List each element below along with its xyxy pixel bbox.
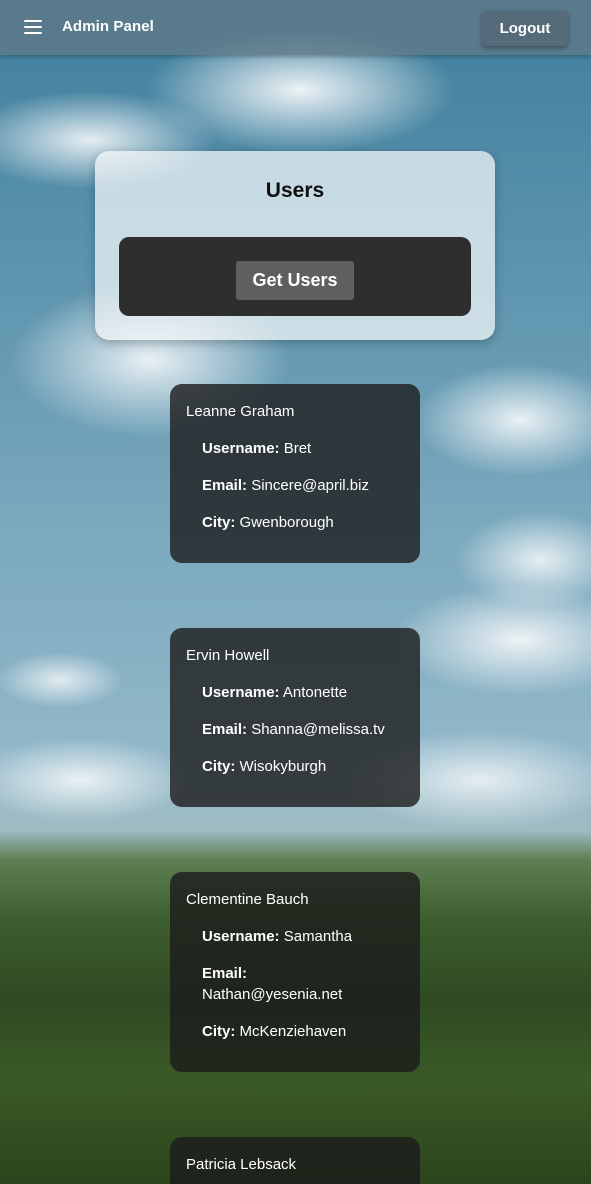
user-username: Bret bbox=[283, 440, 312, 457]
email-label: Email: bbox=[202, 721, 248, 738]
city-label: City: bbox=[202, 514, 236, 531]
user-name: Clementine Bauch bbox=[186, 891, 309, 908]
user-email-row: Email: Shanna@melissa.tv bbox=[202, 719, 402, 740]
user-email: Nathan@yesenia.net bbox=[202, 986, 343, 1003]
user-city: Wisokyburgh bbox=[239, 758, 327, 775]
user-city: McKenziehaven bbox=[239, 1023, 347, 1040]
user-name: Leanne Graham bbox=[186, 403, 295, 420]
user-email: Shanna@melissa.tv bbox=[251, 721, 385, 738]
user-city-row: City: McKenziehaven bbox=[202, 1021, 402, 1042]
app-title: Admin Panel bbox=[62, 18, 154, 35]
user-card: Patricia Lebsack bbox=[170, 1137, 420, 1184]
user-email-row: Email: Sincere@april.biz bbox=[202, 475, 402, 496]
user-city-row: City: Gwenborough bbox=[202, 512, 402, 533]
users-panel: Users Get Users bbox=[95, 151, 495, 340]
user-name: Ervin Howell bbox=[186, 647, 270, 664]
top-app-bar: Admin Panel Logout bbox=[0, 0, 591, 55]
user-email-row: Email: Nathan@yesenia.net bbox=[202, 963, 377, 1005]
city-label: City: bbox=[202, 758, 236, 775]
users-actions-box: Get Users bbox=[119, 237, 471, 316]
email-label: Email: bbox=[202, 965, 248, 982]
user-name: Patricia Lebsack bbox=[186, 1156, 297, 1173]
user-username-row: Username: Samantha bbox=[202, 926, 402, 947]
username-label: Username: bbox=[202, 928, 280, 945]
user-city: Gwenborough bbox=[239, 514, 334, 531]
hamburger-menu-icon[interactable] bbox=[22, 17, 44, 37]
city-label: City: bbox=[202, 1023, 236, 1040]
username-label: Username: bbox=[202, 684, 280, 701]
get-users-button[interactable]: Get Users bbox=[236, 261, 354, 300]
user-card: Ervin Howell Username: Antonette Email: … bbox=[170, 628, 420, 807]
username-label: Username: bbox=[202, 440, 280, 457]
user-card: Leanne Graham Username: Bret Email: Sinc… bbox=[170, 384, 420, 563]
users-heading: Users bbox=[265, 179, 325, 202]
user-card: Clementine Bauch Username: Samantha Emai… bbox=[170, 872, 420, 1072]
email-label: Email: bbox=[202, 477, 248, 494]
user-username-row: Username: Bret bbox=[202, 438, 402, 459]
user-username-row: Username: Antonette bbox=[202, 682, 402, 703]
logout-button[interactable]: Logout bbox=[482, 11, 568, 46]
user-city-row: City: Wisokyburgh bbox=[202, 756, 402, 777]
user-email: Sincere@april.biz bbox=[251, 477, 369, 494]
user-username: Samantha bbox=[283, 928, 353, 945]
user-username: Antonette bbox=[282, 684, 348, 701]
